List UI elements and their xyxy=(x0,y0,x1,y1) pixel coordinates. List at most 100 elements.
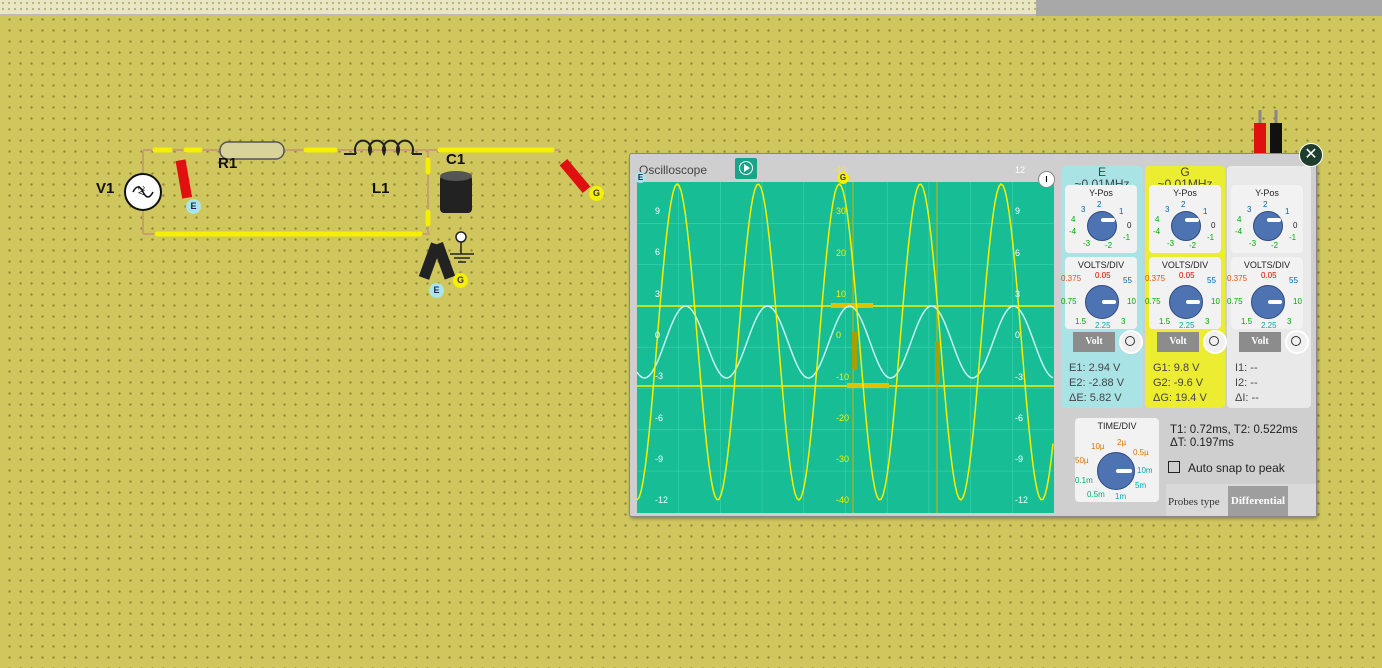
probe-g-tag: G xyxy=(589,186,604,201)
probe-toggle[interactable] xyxy=(1119,330,1143,354)
probes-black[interactable] xyxy=(418,241,456,280)
probe-e-red[interactable] xyxy=(175,159,193,199)
top-gray-bar xyxy=(1036,0,1382,16)
time-div-knob[interactable] xyxy=(1097,452,1135,490)
channel-e-panel: E ~0.01MHz Y-Pos 2 3 1 4 0 -4 -1 -3 -2 VOLTS/DIV 0.37… xyxy=(1061,166,1143,408)
ypos-tick: 3 xyxy=(1165,205,1170,214)
time-tick: 5m xyxy=(1135,481,1147,490)
ypos-title: Y-Pos xyxy=(1173,188,1197,198)
volts-tick: 0.375 xyxy=(1145,274,1166,283)
ypos-tick: -2 xyxy=(1189,241,1197,250)
play-icon xyxy=(739,161,753,175)
ypos-tick: 1 xyxy=(1285,207,1290,216)
ypos-tick: -4 xyxy=(1153,227,1161,236)
ypos-tick: -3 xyxy=(1249,239,1257,248)
volts-tick: 10 xyxy=(1211,297,1220,306)
volts-tick: 10 xyxy=(1293,297,1302,306)
probe-toggle[interactable] xyxy=(1203,330,1227,354)
ypos-tick: -1 xyxy=(1207,233,1215,242)
ypos-tick: -4 xyxy=(1235,227,1243,236)
volts-tick: 0.75 xyxy=(1227,297,1243,306)
probe-g-red[interactable] xyxy=(559,158,591,194)
scale-label: -40 xyxy=(836,495,850,506)
scale-label: -20 xyxy=(836,412,850,423)
time-tick: 0.5µ xyxy=(1133,448,1149,457)
scale-label: -3 xyxy=(1015,371,1024,382)
ypos-tick: -4 xyxy=(1069,227,1077,236)
time-info: T1: 0.72ms, T2: 0.522ms ΔT: 0.197ms xyxy=(1170,424,1298,450)
capacitor-c1[interactable] xyxy=(440,171,472,213)
volts-div-knob[interactable] xyxy=(1251,285,1285,319)
ypos-tick: -2 xyxy=(1271,241,1279,250)
volts-tick: 0.05 xyxy=(1179,271,1195,280)
volts-div-title: VOLTS/DIV xyxy=(1243,260,1291,270)
time-tick: 0.1m xyxy=(1075,476,1093,485)
inductor-l1[interactable] xyxy=(344,139,422,157)
volts-tick: 10 xyxy=(1127,297,1136,306)
volts-div-knob[interactable] xyxy=(1085,285,1119,319)
volt-button[interactable]: Volt xyxy=(1073,332,1115,352)
scale-label: 12 xyxy=(1015,165,1026,175)
auto-snap-checkbox[interactable] xyxy=(1168,461,1180,473)
scale-label: 0 xyxy=(1015,330,1021,341)
channel-g-panel: G ~0.01MHz Y-Pos 2 3 1 4 0 -4 -1 -3 -2 VOLTS/DIV 0.37… xyxy=(1145,166,1227,408)
volts-tick: 0.375 xyxy=(1227,274,1248,283)
probe-toggle[interactable] xyxy=(1285,330,1309,354)
ypos-tick: 2 xyxy=(1181,200,1186,209)
scale-label: -12 xyxy=(655,495,669,506)
readout-1: G1: 9.8 V xyxy=(1153,362,1200,374)
probes-type-button[interactable]: Differential xyxy=(1228,486,1288,516)
time-tick: 10m xyxy=(1137,466,1153,475)
ground-symbol xyxy=(450,231,474,263)
volts-tick: 0.75 xyxy=(1145,297,1161,306)
scale-label: -10 xyxy=(836,371,850,382)
channel-readout: G1: 9.8 V G2: -9.6 V ΔG: 19.4 V xyxy=(1153,361,1207,406)
probes-type-row: Probes type Differential xyxy=(1166,484,1316,516)
scale-label: 20 xyxy=(836,247,847,258)
scale-label: 0 xyxy=(836,330,842,341)
volts-div-panel: VOLTS/DIV 0.375 0.05 55 0.75 10 1.5 2.25 3 xyxy=(1227,257,1303,330)
readout-3: ΔE: 5.82 V xyxy=(1069,392,1122,404)
volts-tick: 2.25 xyxy=(1179,321,1195,330)
volts-tick: 2.25 xyxy=(1095,321,1111,330)
time-tick: 0.5m xyxy=(1087,490,1105,499)
marker-g: G xyxy=(837,172,849,184)
ypos-tick: 3 xyxy=(1247,205,1252,214)
volts-div-panel: VOLTS/DIV 0.375 0.05 55 0.75 10 1.5 2.25 3 xyxy=(1145,257,1221,330)
ypos-tick: -1 xyxy=(1289,233,1297,242)
oscilloscope-window[interactable]: Oscilloscope 9 6 3 0 -3 -6 -9 -12 40 30 20 10 0 -10 -2… xyxy=(629,153,1317,517)
volts-tick: 0.75 xyxy=(1061,297,1077,306)
scale-label: -9 xyxy=(1015,454,1024,465)
marker-i: I xyxy=(1038,171,1055,188)
ypos-panel: Y-Pos 2 3 1 4 0 -4 -1 -3 -2 xyxy=(1065,185,1137,253)
ypos-knob[interactable] xyxy=(1253,211,1283,241)
readout-2: G2: -9.6 V xyxy=(1153,377,1204,389)
ypos-knob[interactable] xyxy=(1087,211,1117,241)
auto-snap-option[interactable]: Auto snap to peak xyxy=(1168,461,1285,475)
ypos-panel: Y-Pos 2 3 1 4 0 -4 -1 -3 -2 xyxy=(1231,185,1303,253)
close-oscilloscope-button[interactable]: ✕ xyxy=(1299,143,1323,167)
volt-button[interactable]: Volt xyxy=(1157,332,1199,352)
ypos-knob[interactable] xyxy=(1171,211,1201,241)
probe-e-ground-tag: E xyxy=(429,283,444,298)
scale-label: 0 xyxy=(655,329,661,340)
delta-t-readout: ΔT: 0.197ms xyxy=(1170,437,1234,449)
volts-tick: 1.5 xyxy=(1241,317,1253,326)
volts-tick: 55 xyxy=(1207,276,1216,285)
v1-value: 2V xyxy=(136,185,146,196)
ypos-tick: -3 xyxy=(1083,239,1091,248)
time-div-panel: TIME/DIV 10µ 2µ 0.5µ 50µ 10m 5m 0.1m 0.5… xyxy=(1075,418,1159,502)
ypos-tick: -3 xyxy=(1167,239,1175,248)
circuit-wiring xyxy=(124,139,591,280)
ypos-tick: 1 xyxy=(1203,207,1208,216)
time-tick: 10µ xyxy=(1091,442,1105,451)
run-button[interactable] xyxy=(735,158,757,179)
auto-snap-label: Auto snap to peak xyxy=(1188,461,1285,475)
volts-div-knob[interactable] xyxy=(1169,285,1203,319)
volt-button[interactable]: Volt xyxy=(1239,332,1281,352)
t1-t2-readout: T1: 0.72ms, T2: 0.522ms xyxy=(1170,424,1298,436)
volts-tick: 55 xyxy=(1123,276,1132,285)
scale-label: -30 xyxy=(836,454,850,465)
ypos-tick: 0 xyxy=(1127,221,1132,230)
ypos-tick: 0 xyxy=(1211,221,1216,230)
